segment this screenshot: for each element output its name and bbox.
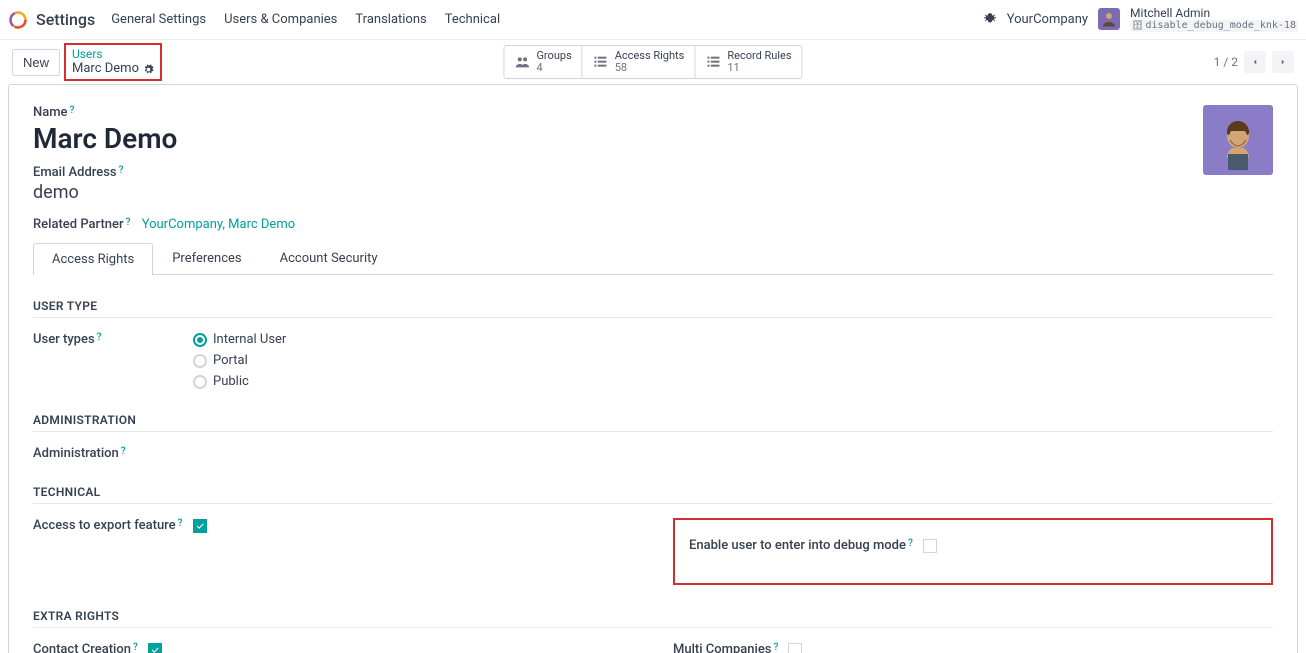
nav-general-settings[interactable]: General Settings xyxy=(111,12,206,27)
section-administration: ADMINISTRATION xyxy=(33,413,1273,427)
new-button[interactable]: New xyxy=(12,49,60,76)
radio-internal-user[interactable]: Internal User xyxy=(193,332,286,347)
company-name[interactable]: YourCompany xyxy=(1007,12,1088,27)
help-icon[interactable]: ? xyxy=(97,332,102,343)
multi-companies-checkbox[interactable] xyxy=(788,643,802,653)
user-types-label: User types? xyxy=(33,332,193,347)
export-label: Access to export feature? xyxy=(33,518,183,533)
check-icon xyxy=(150,645,160,653)
stat-record-rules[interactable]: Record Rules11 xyxy=(695,45,802,79)
form-sheet: Name? Marc Demo Email Address? demo Rela… xyxy=(8,84,1298,653)
help-icon[interactable]: ? xyxy=(126,217,131,228)
radio-portal[interactable]: Portal xyxy=(193,353,286,368)
help-icon[interactable]: ? xyxy=(121,446,126,457)
app-title[interactable]: Settings xyxy=(36,10,95,29)
multi-companies-label: Multi Companies? xyxy=(673,642,778,653)
stat-groups[interactable]: Groups4 xyxy=(503,45,582,79)
partner-row: Related Partner? YourCompany, Marc Demo xyxy=(33,217,1273,232)
pager: 1 / 2 xyxy=(1214,51,1294,73)
divider xyxy=(33,317,1273,318)
breadcrumb-parent[interactable]: Users xyxy=(72,47,154,61)
section-extra-rights: EXTRA RIGHTS xyxy=(33,609,1273,623)
divider xyxy=(33,503,1273,504)
user-db: disable_debug_mode_knk-18 xyxy=(1130,20,1298,32)
section-technical: TECHNICAL xyxy=(33,485,1273,499)
debug-label: Enable user to enter into debug mode? xyxy=(689,538,913,553)
tabs: Access Rights Preferences Account Securi… xyxy=(33,242,1273,275)
check-icon xyxy=(195,521,205,531)
tab-account-security[interactable]: Account Security xyxy=(261,242,397,274)
groups-icon xyxy=(514,54,530,70)
email-label: Email Address? xyxy=(33,165,124,180)
administration-label: Administration? xyxy=(33,446,193,461)
section-user-type: USER TYPE xyxy=(33,299,1273,313)
gear-icon[interactable] xyxy=(143,64,154,75)
debug-checkbox[interactable] xyxy=(923,539,937,553)
partner-link[interactable]: YourCompany, Marc Demo xyxy=(142,217,295,232)
user-types-radio-group: Internal User Portal Public xyxy=(193,332,286,389)
chevron-left-icon xyxy=(1250,57,1260,67)
nav-translations[interactable]: Translations xyxy=(355,12,426,27)
app-icon xyxy=(8,10,28,30)
email-value[interactable]: demo xyxy=(33,182,1273,203)
stat-access-rights[interactable]: Access Rights58 xyxy=(583,45,696,79)
control-bar: New Users Marc Demo Groups4 Access Right… xyxy=(0,40,1306,84)
partner-label: Related Partner? xyxy=(33,217,130,232)
help-icon[interactable]: ? xyxy=(119,165,124,176)
pager-text[interactable]: 1 / 2 xyxy=(1214,55,1238,69)
help-icon[interactable]: ? xyxy=(133,642,138,653)
divider xyxy=(33,627,1273,628)
user-name: Mitchell Admin xyxy=(1130,7,1298,20)
help-icon[interactable]: ? xyxy=(178,518,183,529)
user-menu[interactable]: Mitchell Admin disable_debug_mode_knk-18 xyxy=(1130,7,1298,32)
list-icon xyxy=(705,54,721,70)
breadcrumb-current: Marc Demo xyxy=(72,61,154,77)
name-label: Name? xyxy=(33,105,74,120)
contact-creation-checkbox[interactable] xyxy=(148,643,162,653)
help-icon[interactable]: ? xyxy=(908,538,913,549)
tab-preferences[interactable]: Preferences xyxy=(153,242,260,274)
divider xyxy=(33,431,1273,432)
nav-users-companies[interactable]: Users & Companies xyxy=(224,12,337,27)
pager-prev-button[interactable] xyxy=(1244,51,1266,73)
form-scroll[interactable]: Name? Marc Demo Email Address? demo Rela… xyxy=(0,84,1306,653)
debug-highlight: Enable user to enter into debug mode? xyxy=(673,518,1273,585)
breadcrumb: Users Marc Demo xyxy=(64,43,162,81)
debug-icon[interactable] xyxy=(983,12,997,26)
stat-buttons: Groups4 Access Rights58 Record Rules11 xyxy=(503,45,802,79)
help-icon[interactable]: ? xyxy=(774,642,779,653)
name-value[interactable]: Marc Demo xyxy=(33,122,1273,155)
radio-public[interactable]: Public xyxy=(193,374,286,389)
help-icon[interactable]: ? xyxy=(70,105,75,116)
top-nav: Settings General Settings Users & Compan… xyxy=(0,0,1306,40)
user-avatar-small[interactable] xyxy=(1098,8,1120,30)
user-avatar-large[interactable] xyxy=(1203,105,1273,175)
list-icon xyxy=(593,54,609,70)
nav-technical[interactable]: Technical xyxy=(445,12,500,27)
chevron-right-icon xyxy=(1278,57,1288,67)
export-checkbox[interactable] xyxy=(193,519,207,533)
pager-next-button[interactable] xyxy=(1272,51,1294,73)
tab-access-rights[interactable]: Access Rights xyxy=(33,243,153,275)
contact-creation-label: Contact Creation? xyxy=(33,642,138,653)
